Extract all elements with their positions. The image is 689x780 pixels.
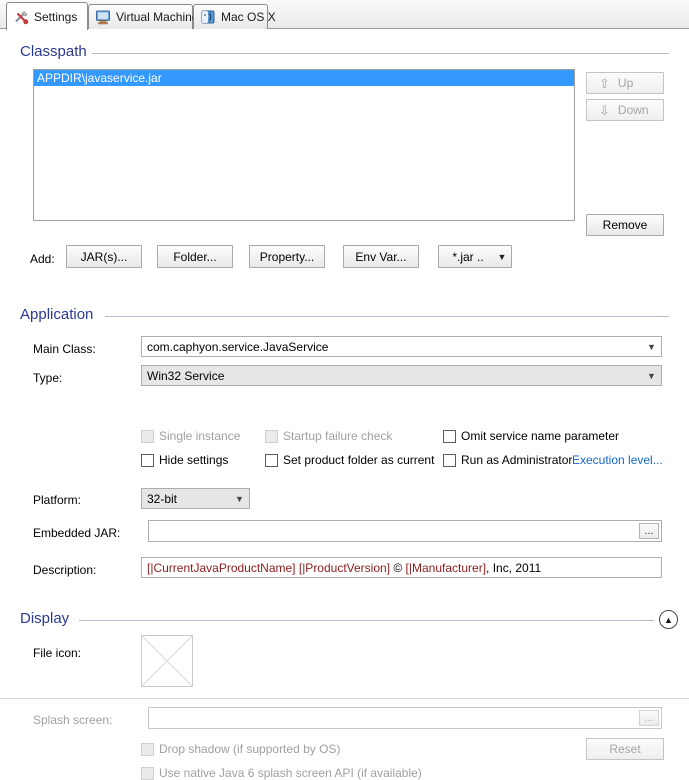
checkbox-box[interactable] bbox=[443, 453, 456, 467]
checkbox-label: Omit service name parameter bbox=[461, 429, 620, 443]
type-combobox[interactable]: Win32 Service ▼ bbox=[141, 365, 662, 386]
checkbox-single-instance[interactable]: Single instance bbox=[141, 429, 240, 443]
checkbox-startup-failure-check[interactable]: Startup failure check bbox=[265, 429, 392, 443]
classpath-add-label: Add: bbox=[30, 252, 55, 266]
add-property-button[interactable]: Property... bbox=[249, 245, 325, 268]
arrow-down-icon: ⇩ bbox=[599, 102, 610, 118]
checkbox-label: Drop shadow (if supported by OS) bbox=[159, 742, 341, 756]
classpath-down-button[interactable]: ⇩ Down bbox=[586, 99, 664, 121]
file-icon-label: File icon: bbox=[33, 646, 82, 660]
application-group-title: Application bbox=[20, 306, 100, 323]
list-item[interactable]: APPDIR\javaservice.jar bbox=[34, 70, 574, 86]
main-class-combobox[interactable]: com.caphyon.service.JavaService ▼ bbox=[141, 336, 662, 357]
checkbox-set-product-folder-as-current[interactable]: Set product folder as current bbox=[265, 453, 434, 467]
checkbox-box[interactable] bbox=[265, 453, 278, 467]
tab-virtual-machine-label: Virtual Machine bbox=[116, 10, 199, 24]
display-section-divider bbox=[0, 698, 689, 699]
type-value: Win32 Service bbox=[147, 368, 225, 383]
splash-screen-browse-button[interactable]: ... bbox=[639, 710, 659, 726]
classpath-filter-split-button[interactable]: *.jar .. ▼ bbox=[438, 245, 512, 268]
settings-panel: Classpath APPDIR\javaservice.jar ⇧ Up ⇩ … bbox=[0, 29, 689, 780]
description-token: [|CurrentJavaProductName] bbox=[147, 560, 296, 575]
chevron-down-icon[interactable]: ▼ bbox=[493, 252, 511, 262]
checkbox-native-java6-splash[interactable]: Use native Java 6 splash screen API (if … bbox=[141, 766, 422, 780]
splash-screen-input[interactable]: ... bbox=[148, 707, 662, 729]
tools-icon bbox=[13, 9, 29, 25]
embedded-jar-browse-button[interactable]: ... bbox=[639, 523, 659, 539]
classpath-filter-label: *.jar .. bbox=[452, 249, 484, 264]
main-class-label: Main Class: bbox=[33, 342, 96, 356]
platform-combobox[interactable]: 32-bit ▼ bbox=[141, 488, 250, 509]
classpath-up-label: Up bbox=[617, 76, 634, 90]
execution-level-link[interactable]: Execution level... bbox=[572, 453, 663, 467]
monitor-icon bbox=[95, 9, 111, 25]
classpath-group-title: Classpath bbox=[20, 43, 93, 60]
splash-reset-button[interactable]: Reset bbox=[586, 738, 664, 760]
description-token: [|Manufacturer] bbox=[405, 560, 487, 575]
classpath-group-divider bbox=[92, 53, 669, 54]
application-group-divider bbox=[105, 316, 669, 317]
classpath-remove-button[interactable]: Remove bbox=[586, 214, 664, 236]
tab-strip: Settings Virtual Machine Mac OS X bbox=[0, 0, 689, 30]
chevron-down-icon[interactable]: ▼ bbox=[643, 338, 660, 355]
checkbox-box[interactable] bbox=[141, 429, 154, 443]
apple-finder-icon bbox=[200, 9, 216, 25]
type-label: Type: bbox=[33, 371, 63, 385]
chevron-up-icon: ▲ bbox=[664, 614, 673, 625]
add-folder-button[interactable]: Folder... bbox=[157, 245, 233, 268]
empty-image-icon bbox=[141, 635, 193, 687]
checkbox-label: Use native Java 6 splash screen API (if … bbox=[159, 766, 422, 780]
checkbox-run-as-administrator[interactable]: Run as Administrator bbox=[443, 453, 572, 467]
description-text: , Inc, 2011 bbox=[486, 560, 542, 575]
checkbox-label: Startup failure check bbox=[283, 429, 393, 443]
description-token: [|ProductVersion] bbox=[298, 560, 391, 575]
embedded-jar-input[interactable]: ... bbox=[148, 520, 662, 542]
tab-virtual-machine[interactable]: Virtual Machine bbox=[88, 4, 199, 29]
classpath-listbox[interactable]: APPDIR\javaservice.jar bbox=[33, 69, 575, 221]
checkbox-omit-service-name-parameter[interactable]: Omit service name parameter bbox=[443, 429, 619, 443]
description-label: Description: bbox=[33, 563, 97, 577]
checkbox-drop-shadow[interactable]: Drop shadow (if supported by OS) bbox=[141, 742, 340, 756]
checkbox-label: Run as Administrator bbox=[461, 453, 573, 467]
arrow-up-icon: ⇧ bbox=[599, 75, 610, 91]
main-class-value: com.caphyon.service.JavaService bbox=[147, 339, 329, 354]
description-value: [|CurrentJavaProductName] [|ProductVersi… bbox=[147, 561, 541, 575]
checkbox-box[interactable] bbox=[141, 766, 154, 780]
checkbox-hide-settings[interactable]: Hide settings bbox=[141, 453, 228, 467]
classpath-up-button[interactable]: ⇧ Up bbox=[586, 72, 664, 94]
tab-settings-label: Settings bbox=[34, 9, 78, 24]
add-env-var-button[interactable]: Env Var... bbox=[343, 245, 419, 268]
file-icon-preview[interactable] bbox=[141, 635, 193, 687]
chevron-down-icon[interactable]: ▼ bbox=[643, 367, 660, 384]
display-collapse-button[interactable]: ▲ bbox=[659, 610, 678, 629]
platform-label: Platform: bbox=[33, 493, 82, 507]
description-text: © bbox=[390, 560, 406, 575]
classpath-down-label: Down bbox=[617, 103, 649, 117]
checkbox-box[interactable] bbox=[141, 453, 154, 467]
checkbox-label: Set product folder as current bbox=[283, 453, 435, 467]
platform-value: 32-bit bbox=[147, 491, 178, 506]
add-jars-button[interactable]: JAR(s)... bbox=[66, 245, 142, 268]
splash-screen-label: Splash screen: bbox=[33, 713, 113, 727]
display-group-title: Display bbox=[20, 610, 76, 627]
tab-mac-os-x[interactable]: Mac OS X bbox=[193, 4, 276, 29]
tab-mac-os-x-label: Mac OS X bbox=[221, 10, 276, 24]
display-group-divider bbox=[79, 620, 654, 621]
embedded-jar-label: Embedded JAR: bbox=[33, 526, 121, 540]
chevron-down-icon[interactable]: ▼ bbox=[231, 490, 248, 507]
checkbox-label: Hide settings bbox=[159, 453, 229, 467]
checkbox-label: Single instance bbox=[159, 429, 241, 443]
checkbox-box[interactable] bbox=[443, 429, 456, 443]
checkbox-box[interactable] bbox=[265, 429, 278, 443]
tab-settings[interactable]: Settings bbox=[6, 2, 88, 30]
checkbox-box[interactable] bbox=[141, 742, 154, 756]
description-input[interactable]: [|CurrentJavaProductName] [|ProductVersi… bbox=[141, 557, 662, 578]
